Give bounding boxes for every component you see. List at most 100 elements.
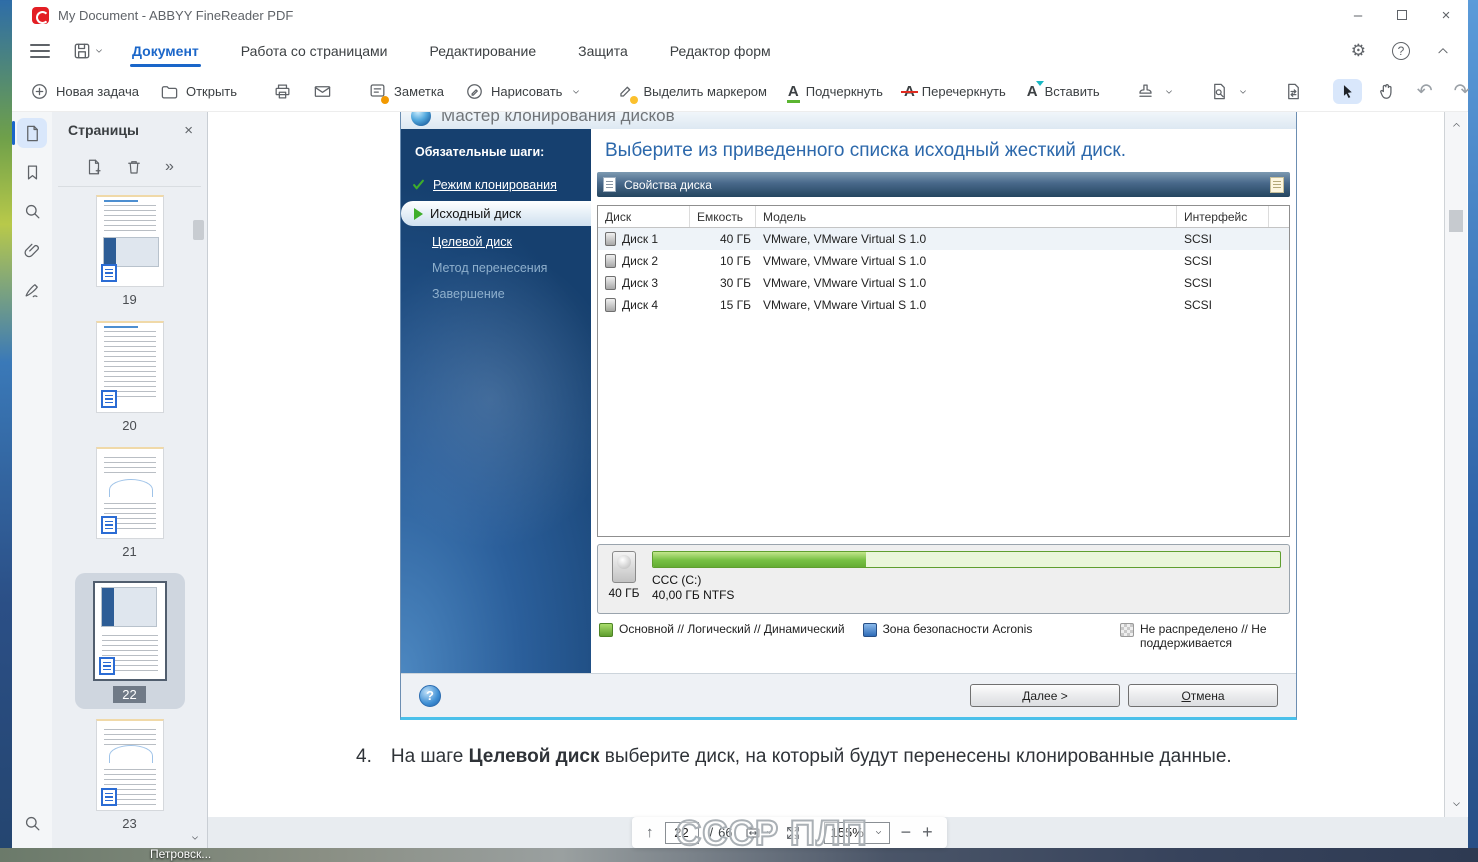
- menu-forms[interactable]: Редактор форм: [668, 33, 773, 69]
- convert-button[interactable]: [1278, 78, 1309, 105]
- close-button[interactable]: ×: [1424, 0, 1468, 30]
- underline-button[interactable]: А Подчеркнуть: [782, 80, 889, 103]
- scrollbar-thumb[interactable]: [1449, 210, 1463, 232]
- panel-close-icon[interactable]: ×: [184, 122, 193, 139]
- new-task-button[interactable]: Новая задача: [24, 78, 145, 105]
- partition-bar[interactable]: [652, 551, 1281, 568]
- menu-pages[interactable]: Работа со страницами: [239, 33, 390, 69]
- step-source-disk-current[interactable]: Исходный диск: [401, 201, 591, 226]
- page-thumbnail[interactable]: 23: [96, 719, 164, 831]
- redo-button[interactable]: ↷: [1448, 78, 1476, 105]
- menu-document[interactable]: Документ: [130, 33, 201, 69]
- desktop-wallpaper-bottom: [0, 848, 1478, 862]
- column-model[interactable]: Модель: [756, 206, 1177, 227]
- chevron-down-icon: [571, 87, 581, 97]
- bookmark-icon: [23, 163, 42, 182]
- volume-label: CCC (C:): [652, 573, 1281, 587]
- search-icon: [23, 202, 42, 221]
- scroll-down-icon[interactable]: [1450, 799, 1463, 809]
- next-button[interactable]: Далее >: [970, 684, 1120, 707]
- desktop-icon-label: Петровск...: [150, 847, 211, 861]
- hand-tool-button[interactable]: [1371, 78, 1402, 105]
- fullscreen-icon[interactable]: [785, 825, 801, 841]
- disk-row-4[interactable]: Диск 4 15 ГБ VMware, VMware Virtual S 1.…: [598, 294, 1289, 316]
- zoom-in-button[interactable]: +: [922, 822, 933, 843]
- scroll-up-icon[interactable]: [1450, 120, 1463, 130]
- disk-row-3[interactable]: Диск 3 30 ГБ VMware, VMware Virtual S 1.…: [598, 272, 1289, 294]
- maximize-button[interactable]: [1380, 0, 1424, 30]
- disk-row-2[interactable]: Диск 2 10 ГБ VMware, VMware Virtual S 1.…: [598, 250, 1289, 272]
- email-button[interactable]: [307, 78, 338, 105]
- column-capacity[interactable]: Емкость: [690, 206, 756, 227]
- minimize-button[interactable]: –: [1336, 0, 1380, 30]
- wizard-title: Мастер клонирования дисков: [441, 112, 675, 126]
- recognize-button[interactable]: [1204, 78, 1254, 105]
- note-label: Заметка: [394, 84, 444, 99]
- highlighter-icon: [617, 81, 636, 103]
- wizard-steps-sidebar: Обязательные шаги: Режим клонирования Ис…: [401, 129, 591, 673]
- step-target-disk[interactable]: Целевой диск: [401, 229, 591, 255]
- print-button[interactable]: [267, 78, 298, 105]
- selected-disk-panel: 40 ГБ CCC (C:) 40,00 ГБ NTFS: [597, 544, 1290, 614]
- chevron-down-icon[interactable]: [94, 46, 104, 56]
- wizard-globe-icon: [411, 112, 431, 126]
- settings-gear-icon[interactable]: ⚙: [1351, 41, 1366, 61]
- step-clone-mode[interactable]: Режим клонирования: [401, 171, 591, 198]
- delete-page-icon[interactable]: [125, 158, 143, 176]
- page-thumbnail[interactable]: 19: [96, 195, 164, 307]
- new-task-label: Новая задача: [56, 84, 139, 99]
- wizard-steps-header: Обязательные шаги:: [401, 129, 591, 171]
- insert-text-button[interactable]: А Вставить: [1021, 80, 1106, 103]
- wizard-help-button[interactable]: ?: [419, 685, 441, 707]
- chevron-down-icon: [765, 828, 774, 837]
- rail-bookmarks-tab[interactable]: [17, 157, 47, 187]
- disk-row-1[interactable]: Диск 1 40 ГБ VMware, VMware Virtual S 1.…: [598, 228, 1289, 250]
- page-thumbnail-selected[interactable]: 22: [75, 573, 185, 709]
- rail-attachments-tab[interactable]: [17, 235, 47, 265]
- check-icon: [411, 177, 426, 192]
- collapse-toolbar-icon[interactable]: [1436, 44, 1450, 58]
- add-page-icon[interactable]: [85, 158, 103, 176]
- rail-signature-tab[interactable]: [17, 274, 47, 304]
- highlight-button[interactable]: Выделить маркером: [611, 77, 772, 107]
- cancel-button[interactable]: Отмена: [1128, 684, 1278, 707]
- thumbnail-preview: [96, 447, 164, 539]
- fit-page-control[interactable]: [744, 825, 774, 841]
- page-thumbnail[interactable]: 20: [96, 321, 164, 433]
- navigation-zoom-bar: ↑ /66 155% − +: [632, 817, 947, 848]
- page-number-input[interactable]: [665, 822, 699, 844]
- help-icon[interactable]: ?: [1392, 42, 1410, 60]
- rail-pages-tab[interactable]: [17, 118, 47, 148]
- note-button[interactable]: Заметка: [362, 77, 450, 107]
- page-thumbnail[interactable]: 21: [96, 447, 164, 559]
- zoom-tool-button[interactable]: [17, 808, 47, 838]
- column-disk[interactable]: Диск: [598, 206, 690, 227]
- panel-scrollbar-thumb[interactable]: [193, 220, 204, 240]
- rail-search-tab[interactable]: [17, 196, 47, 226]
- document-scrollbar[interactable]: [1444, 112, 1467, 817]
- thumbnail-preview: [96, 195, 164, 287]
- undo-button[interactable]: ↶: [1411, 78, 1439, 105]
- hamburger-menu-icon[interactable]: [30, 44, 50, 58]
- panel-scroll-down-icon[interactable]: [189, 830, 201, 848]
- select-tool-button[interactable]: [1333, 79, 1362, 104]
- zoom-level-select[interactable]: 155%: [824, 822, 890, 844]
- disk-icon: [605, 232, 616, 246]
- menu-protect[interactable]: Защита: [576, 33, 630, 69]
- pages-panel-header: Страницы ×: [52, 112, 207, 148]
- menubar-right: ⚙ ?: [1351, 41, 1450, 61]
- disk-size: 40 ГБ: [608, 586, 639, 600]
- zoom-out-button[interactable]: −: [901, 822, 912, 843]
- columns-settings-icon[interactable]: [1270, 177, 1284, 193]
- menu-edit[interactable]: Редактирование: [427, 33, 538, 69]
- previous-page-icon[interactable]: ↑: [646, 824, 654, 841]
- stamp-button[interactable]: [1130, 78, 1180, 105]
- save-button[interactable]: [72, 41, 104, 61]
- strikethrough-button[interactable]: А Перечеркнуть: [898, 80, 1012, 103]
- draw-button[interactable]: Нарисовать: [459, 78, 587, 105]
- open-button[interactable]: Открыть: [154, 78, 243, 105]
- column-interface[interactable]: Интерфейс: [1177, 206, 1269, 227]
- page-icon: [23, 124, 42, 143]
- disk-properties-toolbar[interactable]: Свойства диска: [597, 172, 1290, 197]
- more-tools-icon[interactable]: »: [165, 158, 174, 176]
